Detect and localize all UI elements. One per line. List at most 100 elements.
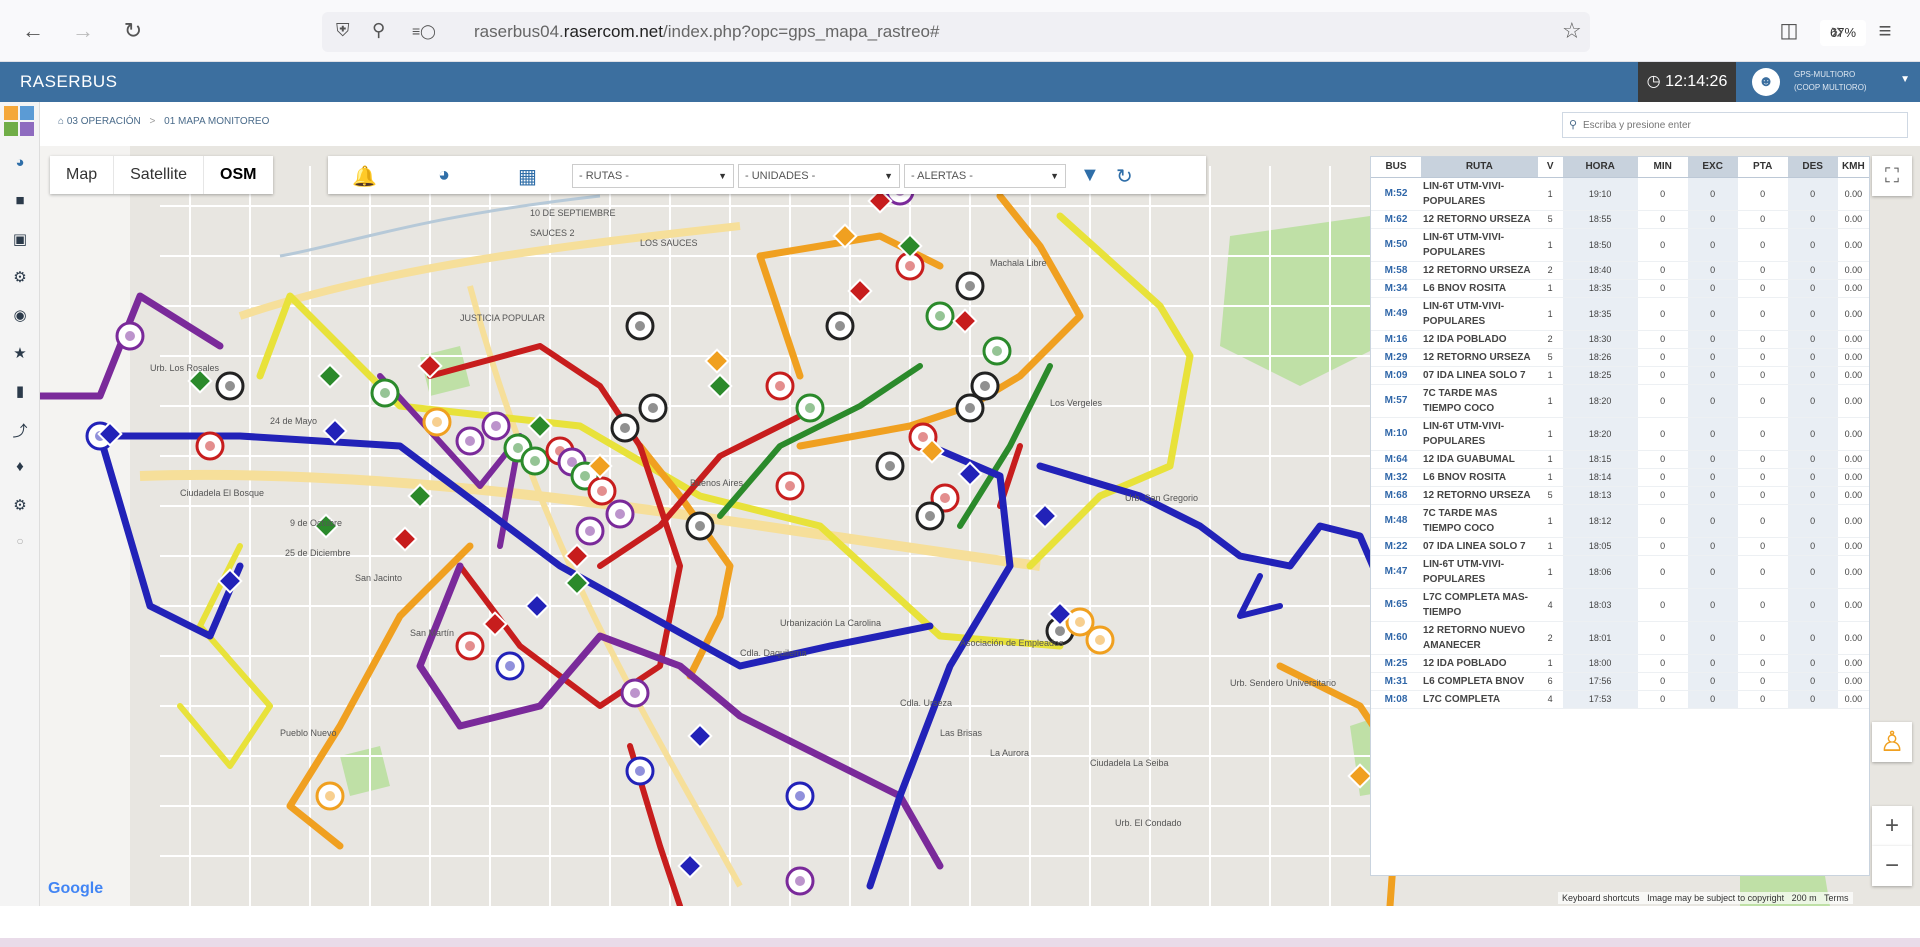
- map-type-map[interactable]: Map: [50, 156, 113, 194]
- table-row[interactable]: M:68 12 RETORNO URSEZA 5 18:13 0 0 0 0 0.00: [1371, 486, 1869, 505]
- table-row[interactable]: M:57 7C TARDE MAS TIEMPO COCO 1 18:20 0 0 0 0 0.…: [1371, 384, 1869, 418]
- back-icon[interactable]: ←: [18, 16, 48, 46]
- bus-cell[interactable]: M:10: [1371, 417, 1421, 451]
- collapse-icon[interactable]: ○: [0, 534, 40, 548]
- breadcrumb-level2[interactable]: 01 MAPA MONITOREO: [164, 116, 269, 127]
- bus-cell[interactable]: M:58: [1371, 261, 1421, 280]
- address-bar[interactable]: ⛨ ⚲ ≡◯ raserbus04.rasercom.net/index.php…: [322, 12, 1866, 52]
- col-hora[interactable]: HORA: [1562, 157, 1638, 178]
- table-row[interactable]: M:09 07 IDA LINEA SOLO 7 1 18:25 0 0 0 0 0.00: [1371, 366, 1869, 385]
- apps-logo-icon[interactable]: [4, 106, 34, 136]
- bus-cell[interactable]: M:09: [1371, 366, 1421, 385]
- table-row[interactable]: M:48 7C TARDE MAS TIEMPO COCO 1 18:12 0 0 0 0 0.…: [1371, 504, 1869, 538]
- home-icon[interactable]: ⌂: [58, 116, 64, 127]
- bus-cell[interactable]: M:08: [1371, 690, 1421, 709]
- bookmark-star-icon[interactable]: ☆: [1562, 18, 1582, 44]
- bus-cell[interactable]: M:62: [1371, 210, 1421, 229]
- table-row[interactable]: M:50 LIN-6T UTM-VIVI-POPULARES 1 18:50 0 0 0 0 0…: [1371, 228, 1869, 262]
- table-row[interactable]: M:16 12 IDA POBLADO 2 18:30 0 0 0 0 0.00: [1371, 330, 1869, 349]
- reload-icon[interactable]: ↻: [118, 16, 148, 46]
- menu-icon[interactable]: ≡: [1870, 16, 1900, 46]
- shield-icon[interactable]: ⛨: [336, 20, 350, 41]
- bus-cell[interactable]: M:29: [1371, 348, 1421, 367]
- globe-icon[interactable]: ◉: [0, 306, 40, 324]
- bus-cell[interactable]: M:52: [1371, 177, 1421, 211]
- zoom-out-button[interactable]: −: [1872, 846, 1912, 886]
- unidades-select[interactable]: - UNIDADES - ▼: [738, 164, 900, 188]
- map-type-satellite[interactable]: Satellite: [113, 156, 203, 194]
- refresh-icon[interactable]: ↻: [1116, 164, 1133, 189]
- fullscreen-icon[interactable]: ⛶: [1872, 156, 1912, 196]
- alertas-select[interactable]: - ALERTAS - ▼: [904, 164, 1066, 188]
- permissions-icon[interactable]: ≡◯: [412, 23, 436, 40]
- table-row[interactable]: M:58 12 RETORNO URSEZA 2 18:40 0 0 0 0 0.00: [1371, 261, 1869, 280]
- dashboard-icon[interactable]: ◕: [0, 154, 40, 171]
- col-kmh[interactable]: KMH: [1837, 157, 1869, 178]
- table-row[interactable]: M:64 12 IDA GUABUMAL 1 18:15 0 0 0 0 0.00: [1371, 450, 1869, 469]
- col-pta[interactable]: PTA: [1737, 157, 1788, 178]
- col-des[interactable]: DES: [1787, 157, 1838, 178]
- col-ruta[interactable]: RUTA: [1421, 157, 1538, 178]
- user-menu[interactable]: ☻ GPS-MULTIORO (COOP MULTIORO) ▼: [1746, 62, 1920, 102]
- table-row[interactable]: M:29 12 RETORNO URSEZA 5 18:26 0 0 0 0 0.00: [1371, 348, 1869, 367]
- overflow-chevron-icon[interactable]: »: [1822, 16, 1852, 46]
- table-row[interactable]: M:22 07 IDA LINEA SOLO 7 1 18:05 0 0 0 0 0.00: [1371, 537, 1869, 556]
- bus-cell[interactable]: M:22: [1371, 537, 1421, 556]
- bolt-icon[interactable]: ⤴: [0, 420, 40, 441]
- lock-icon[interactable]: ⚲: [372, 20, 385, 41]
- col-min[interactable]: MIN: [1637, 157, 1688, 178]
- zoom-in-button[interactable]: +: [1872, 806, 1912, 846]
- street-view-pegman-icon[interactable]: ♙: [1872, 722, 1912, 762]
- table-row[interactable]: M:34 L6 BNOV ROSITA 1 18:35 0 0 0 0 0.00: [1371, 279, 1869, 298]
- forward-icon[interactable]: →: [68, 16, 98, 46]
- search-input[interactable]: [1563, 113, 1883, 137]
- keyboard-shortcuts-link[interactable]: Keyboard shortcuts: [1562, 893, 1640, 903]
- speedometer-icon[interactable]: ◕: [438, 164, 450, 187]
- col-bus[interactable]: BUS: [1371, 157, 1421, 178]
- folder-icon[interactable]: ■: [0, 192, 40, 209]
- star-icon[interactable]: ★: [0, 344, 40, 362]
- table-row[interactable]: M:49 LIN-6T UTM-VIVI-POPULARES 1 18:35 0 0 0 0 0…: [1371, 297, 1869, 331]
- rutas-select[interactable]: - RUTAS - ▼: [572, 164, 734, 188]
- settings-cogs-icon[interactable]: ⚙: [0, 496, 40, 514]
- bus-cell[interactable]: M:31: [1371, 672, 1421, 691]
- bus-cell[interactable]: M:68: [1371, 486, 1421, 505]
- bus-cell[interactable]: M:65: [1371, 588, 1421, 622]
- calendar-icon[interactable]: ▦: [518, 164, 537, 189]
- breadcrumb-level1[interactable]: 03 OPERACIÓN: [67, 116, 141, 127]
- col-exc[interactable]: EXC: [1687, 157, 1738, 178]
- url-text[interactable]: raserbus04.rasercom.net/index.php?opc=gp…: [474, 22, 939, 42]
- table-row[interactable]: M:32 L6 BNOV ROSITA 1 18:14 0 0 0 0 0.00: [1371, 468, 1869, 487]
- filter-icon[interactable]: ▼: [1080, 164, 1100, 187]
- bus-cell[interactable]: M:60: [1371, 621, 1421, 655]
- bus-cell[interactable]: M:49: [1371, 297, 1421, 331]
- terms-link[interactable]: Terms: [1824, 893, 1849, 903]
- bus-cell[interactable]: M:34: [1371, 279, 1421, 298]
- table-row[interactable]: M:62 12 RETORNO URSEZA 5 18:55 0 0 0 0 0.00: [1371, 210, 1869, 229]
- brand-title[interactable]: RASERBUS: [20, 72, 118, 92]
- table-row[interactable]: M:10 LIN-6T UTM-VIVI-POPULARES 1 18:20 0 0 0 0 0…: [1371, 417, 1869, 451]
- bell-alert-icon[interactable]: 🔔: [352, 164, 377, 189]
- bus-cell[interactable]: M:64: [1371, 450, 1421, 469]
- bus-cell[interactable]: M:48: [1371, 504, 1421, 538]
- bus-cell[interactable]: M:50: [1371, 228, 1421, 262]
- map-type-osm[interactable]: OSM: [203, 156, 272, 194]
- bus-cell[interactable]: M:32: [1371, 468, 1421, 487]
- table-row[interactable]: M:60 12 RETORNO NUEVO AMANECER 2 18:01 0 0 0 0 0…: [1371, 621, 1869, 655]
- calendar-icon[interactable]: ▣: [0, 230, 40, 248]
- bus-cell[interactable]: M:47: [1371, 555, 1421, 589]
- gear-icon[interactable]: ⚙: [0, 268, 40, 286]
- bus-cell[interactable]: M:16: [1371, 330, 1421, 349]
- bell-icon[interactable]: ♦: [0, 458, 40, 475]
- extensions-icon[interactable]: ◫: [1774, 16, 1804, 46]
- table-row[interactable]: M:31 L6 COMPLETA BNOV 6 17:56 0 0 0 0 0.00: [1371, 672, 1869, 691]
- table-row[interactable]: M:65 L7C COMPLETA MAS-TIEMPO 4 18:03 0 0 0 0 0.0…: [1371, 588, 1869, 622]
- table-row[interactable]: M:08 L7C COMPLETA 4 17:53 0 0 0 0 0.00: [1371, 690, 1869, 709]
- bus-cell[interactable]: M:57: [1371, 384, 1421, 418]
- table-row[interactable]: M:52 LIN-6T UTM-VIVI-POPULARES 1 19:10 0 0 0 0 0…: [1371, 177, 1869, 211]
- bookmark-icon[interactable]: ▮: [0, 382, 40, 400]
- bus-cell[interactable]: M:25: [1371, 654, 1421, 673]
- table-row[interactable]: M:25 12 IDA POBLADO 1 18:00 0 0 0 0 0.00: [1371, 654, 1869, 673]
- table-row[interactable]: M:47 LIN-6T UTM-VIVI-POPULARES 1 18:06 0 0 0 0 0…: [1371, 555, 1869, 589]
- col-v[interactable]: V: [1537, 157, 1563, 178]
